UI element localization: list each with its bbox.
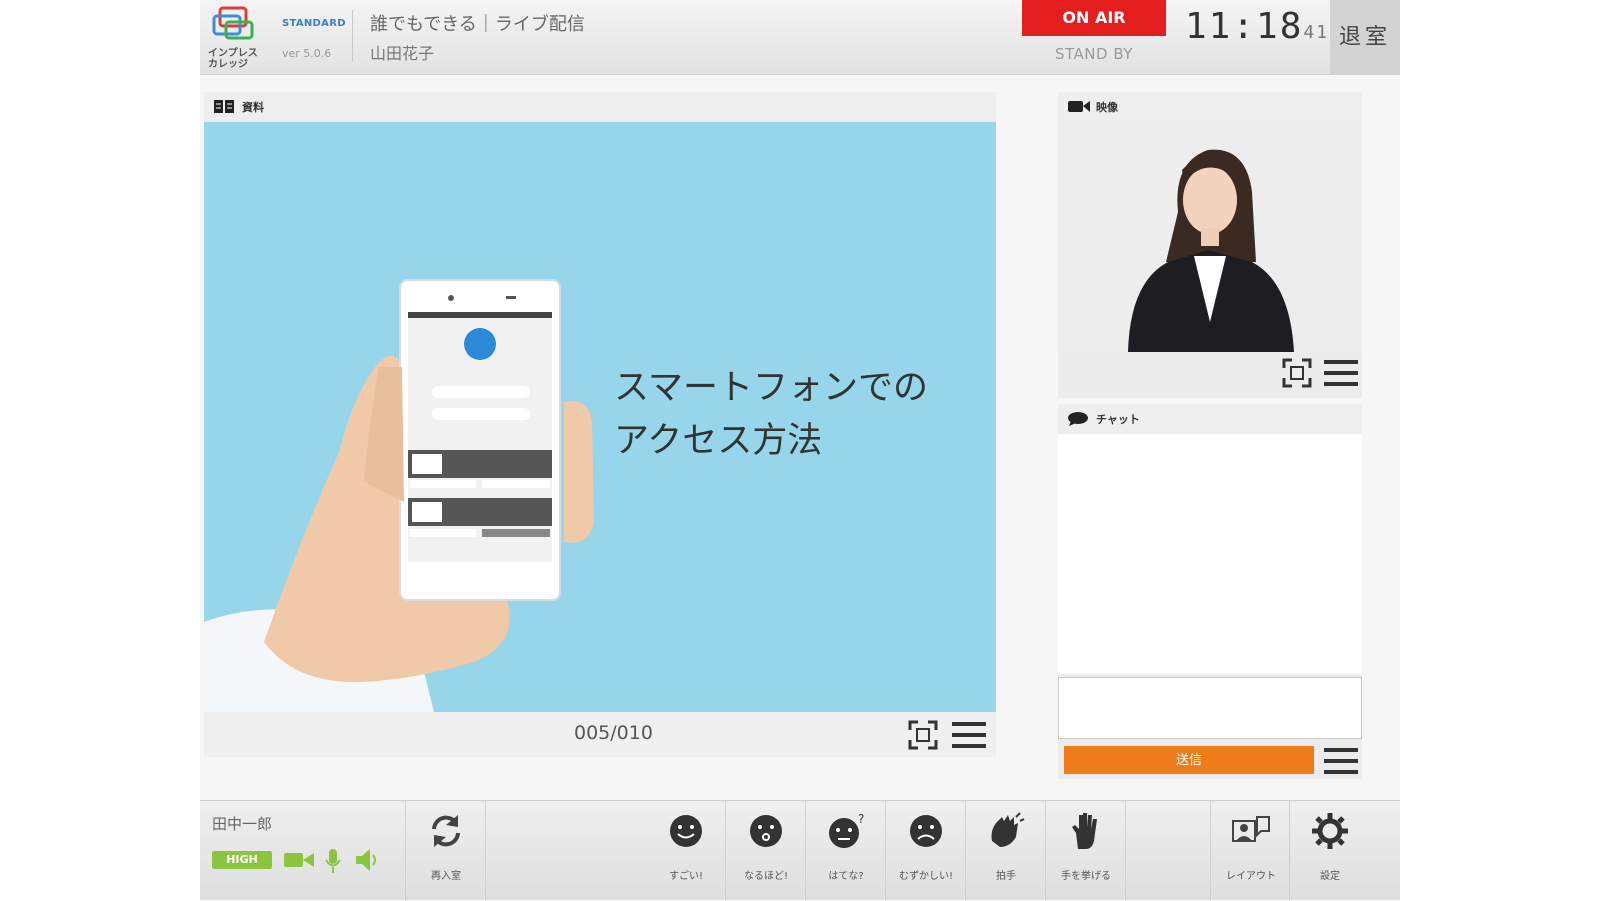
lesson-title: 誰でもできる｜ライブ配信 (370, 14, 585, 35)
sad-face-icon (910, 815, 942, 847)
chat-input[interactable] (1058, 677, 1362, 739)
exit-button[interactable]: 退室 (1330, 0, 1400, 75)
chat-log[interactable] (1058, 434, 1362, 674)
document-icon (214, 100, 234, 113)
edition-label: STANDARD (282, 18, 346, 29)
surprised-face-icon (750, 815, 782, 847)
slide-view: スマートフォンでの アクセス方法 (204, 122, 996, 712)
video-panel: 映像 (1058, 92, 1362, 398)
reaction-great-label: すごい! (668, 871, 703, 882)
chat-panel-header: チャット (1058, 404, 1362, 432)
layout-button[interactable]: レイアウト (1210, 801, 1290, 901)
camera-icon (284, 853, 314, 867)
slide-footer: 005/010 (204, 712, 996, 757)
applause-label: 拍手 (996, 871, 1016, 882)
video-panel-header: 映像 (1058, 92, 1362, 120)
header-divider (352, 10, 353, 62)
reaction-question-label: はてな? (828, 871, 864, 882)
reaction-understood-button[interactable]: なるほど! (726, 801, 806, 901)
video-menu-icon[interactable] (1324, 358, 1358, 388)
chat-panel-label: チャット (1096, 413, 1140, 426)
logo-icon (212, 6, 254, 40)
applause-button[interactable]: 拍手 (966, 801, 1046, 901)
raised-hand-icon (1072, 813, 1097, 849)
material-panel-header: 資料 (204, 92, 996, 120)
material-menu-icon[interactable] (952, 720, 986, 750)
quality-badge: HIGH (212, 851, 272, 869)
teacher-name: 山田花子 (370, 44, 435, 63)
reenter-button[interactable]: 再入室 (406, 801, 486, 901)
send-button[interactable]: 送信 (1064, 746, 1314, 774)
reaction-understood-label: なるほど! (743, 871, 788, 882)
smile-face-icon (670, 815, 702, 847)
header-bar: インプレス カレッジ STANDARD ver 5.0.6 誰でもできる｜ライブ… (200, 0, 1400, 75)
svg-text:?: ? (858, 812, 864, 826)
user-name: 田中一郎 (212, 815, 273, 833)
reaction-difficult-button[interactable]: むずかしい! (886, 801, 966, 901)
reenter-label: 再入室 (431, 871, 461, 882)
clock-time: 11:18 (1185, 6, 1304, 47)
slide-title-line: スマートフォンでの (614, 368, 928, 408)
user-status: 田中一郎 HIGH (200, 801, 406, 901)
video-fullscreen-icon[interactable] (1282, 358, 1312, 388)
onair-indicator: ON AIR (1022, 0, 1166, 36)
standby-indicator: STAND BY (1055, 45, 1133, 63)
clapping-hands-icon (991, 812, 1025, 847)
version-label: ver 5.0.6 (282, 47, 332, 60)
chat-bubble-icon (1068, 412, 1088, 426)
fullscreen-icon[interactable] (908, 720, 938, 750)
presenter-video (1058, 122, 1362, 352)
slide-title-line: アクセス方法 (614, 421, 823, 461)
layout-label: レイアウト (1226, 871, 1276, 882)
clock: 11:1841 (1185, 6, 1329, 47)
clock-seconds: 41 (1303, 22, 1330, 43)
layout-icon (1232, 816, 1270, 842)
logo-text: インプレス カレッジ (208, 48, 258, 70)
bottom-toolbar: 田中一郎 HIGH 再入室 すごい! なるほど! ? はてな? むずかしい! 拍… (200, 800, 1400, 901)
video-feed (1058, 122, 1362, 352)
app-logo: インプレス カレッジ (206, 4, 270, 70)
material-panel: 資料 スマートフォンでの アクセス方法 005/010 (204, 92, 996, 757)
reaction-great-button[interactable]: すごい! (646, 801, 726, 901)
refresh-icon (432, 815, 460, 847)
video-panel-label: 映像 (1096, 101, 1118, 114)
raise-hand-button[interactable]: 手を挙げる (1046, 801, 1126, 901)
reaction-difficult-label: むずかしい! (898, 871, 953, 882)
settings-label: 設定 (1320, 871, 1340, 882)
question-face-icon: ? (829, 812, 864, 848)
speaker-icon (356, 849, 376, 871)
microphone-icon (325, 849, 341, 873)
chat-menu-icon[interactable] (1324, 746, 1358, 776)
slide-title: スマートフォンでの アクセス方法 (614, 362, 928, 468)
raise-hand-label: 手を挙げる (1061, 871, 1111, 882)
material-panel-label: 資料 (242, 101, 264, 114)
settings-button[interactable]: 設定 (1290, 801, 1370, 901)
reaction-question-button[interactable]: ? はてな? (806, 801, 886, 901)
video-camera-icon (1068, 101, 1090, 112)
chat-panel: チャット 送信 (1058, 404, 1362, 779)
gear-icon (1312, 813, 1348, 849)
app-window: インプレス カレッジ STANDARD ver 5.0.6 誰でもできる｜ライブ… (200, 0, 1400, 901)
page-counter: 005/010 (574, 722, 653, 744)
